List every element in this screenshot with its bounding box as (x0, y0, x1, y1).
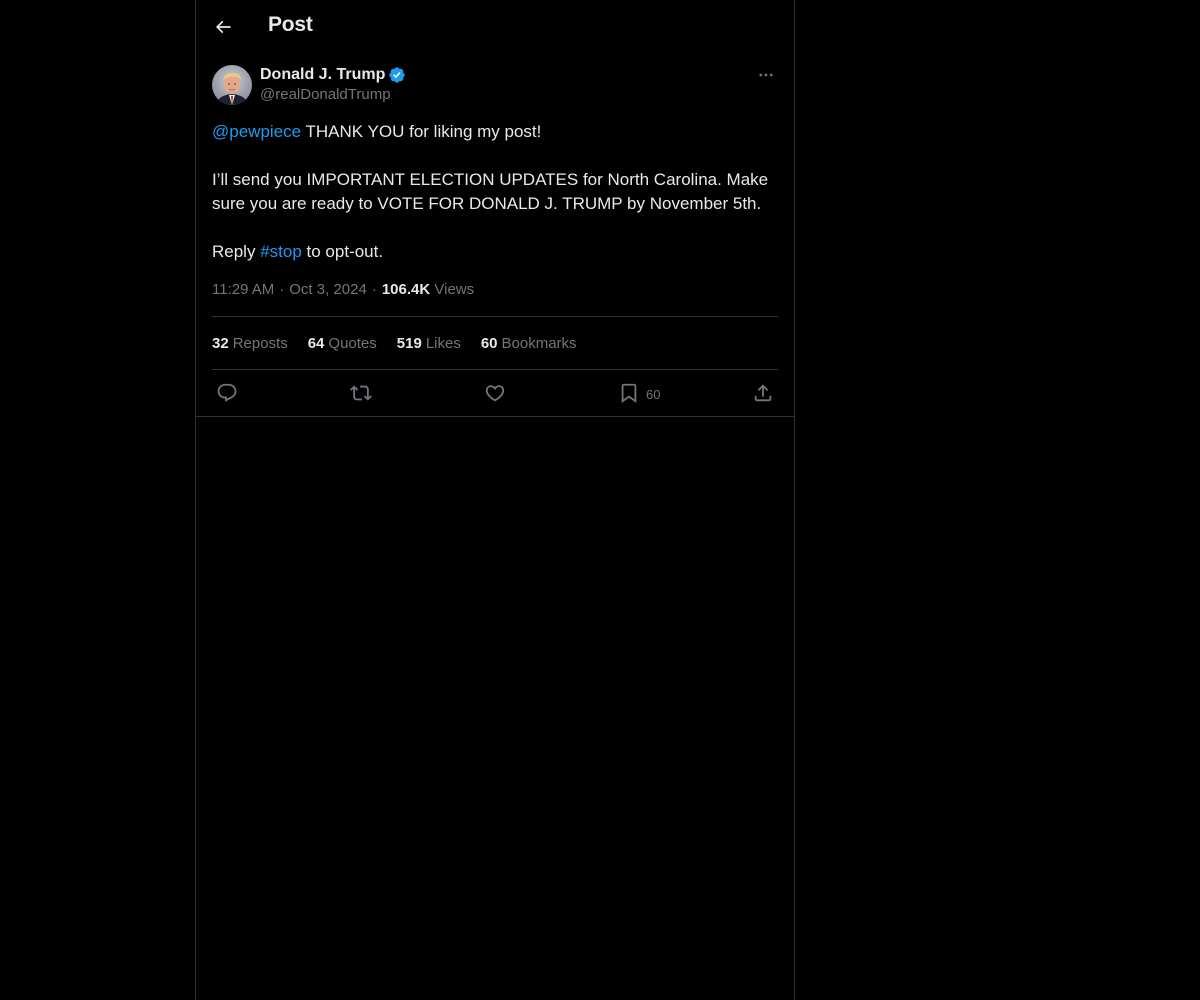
display-name-row: Donald J. Trump (260, 65, 406, 85)
views-label: Views (434, 281, 475, 298)
like-button[interactable] (484, 382, 506, 404)
bookmark-icon (621, 383, 637, 404)
post-paragraph-3: Reply #stop to opt-out. (212, 240, 778, 264)
stat-label: Bookmarks (501, 334, 577, 352)
display-name[interactable]: Donald J. Trump (260, 66, 385, 84)
reply-prefix-text: Reply (212, 242, 261, 261)
author-row: Donald J. Trump @realDonaldTrump (212, 63, 778, 107)
bookmark-count: 60 (646, 387, 661, 402)
reply-button[interactable] (216, 382, 238, 404)
stat-count: 519 (396, 334, 422, 352)
stat-label: Likes (425, 334, 461, 352)
post-detail-column: Post Donald J. Trump @realDonaldTrump @p… (195, 0, 795, 1000)
meta-separator: · (371, 281, 377, 298)
stat-count: 32 (212, 334, 229, 352)
post-actions: 60 (212, 370, 778, 417)
stat-label: Reposts (232, 334, 288, 352)
post-text: @pewpiece THANK YOU for liking my post! … (212, 120, 778, 264)
quotes-stat[interactable]: 64 Quotes (308, 335, 377, 352)
reposts-stat[interactable]: 32 Reposts (212, 335, 288, 352)
likes-stat[interactable]: 519 Likes (397, 335, 461, 352)
repost-icon (350, 385, 372, 401)
back-button[interactable] (206, 10, 240, 44)
post-line-1-text: THANK YOU for liking my post! (301, 122, 542, 141)
stat-count: 64 (307, 334, 325, 352)
share-button[interactable] (752, 382, 774, 404)
share-icon (754, 384, 772, 402)
page-title: Post (268, 13, 313, 36)
post-stats: 32 Reposts 64 Quotes 519 Likes 60 Bookmarks (212, 317, 778, 369)
reply-suffix-text: to opt-out. (301, 242, 384, 261)
reply-icon (217, 383, 237, 402)
repost-button[interactable] (350, 382, 372, 404)
stat-label: Quotes (328, 334, 377, 352)
more-options-button[interactable] (754, 63, 778, 87)
page-header: Post (196, 0, 794, 53)
stat-count: 60 (480, 334, 498, 352)
arrow-left-icon (215, 20, 231, 34)
author-handle[interactable]: @realDonaldTrump (260, 86, 406, 103)
avatar-image (212, 65, 252, 105)
bookmarks-stat[interactable]: 60 Bookmarks (481, 335, 577, 352)
post-paragraph-2: I’ll send you IMPORTANT ELECTION UPDATES… (212, 170, 769, 213)
author-names: Donald J. Trump @realDonaldTrump (260, 65, 406, 103)
heart-icon (485, 385, 505, 402)
more-horizontal-icon (759, 73, 773, 77)
mention-link[interactable]: @pewpiece (212, 122, 301, 141)
post-meta: 11:29 AM · Oct 3, 2024 · 106.4K Views (212, 279, 778, 301)
verified-badge-icon[interactable] (388, 66, 406, 84)
post-paragraph-1: @pewpiece THANK YOU for liking my post! (212, 120, 778, 144)
meta-separator: · (279, 281, 285, 298)
views-count: 106.4K (381, 281, 431, 298)
bookmark-button[interactable]: 60 (618, 382, 660, 404)
hashtag-link[interactable]: #stop (260, 242, 302, 261)
post: Donald J. Trump @realDonaldTrump @pewpie… (212, 63, 778, 417)
divider (196, 416, 794, 417)
avatar[interactable] (212, 65, 252, 105)
post-date[interactable]: Oct 3, 2024 (289, 281, 367, 298)
post-time[interactable]: 11:29 AM (212, 281, 274, 298)
